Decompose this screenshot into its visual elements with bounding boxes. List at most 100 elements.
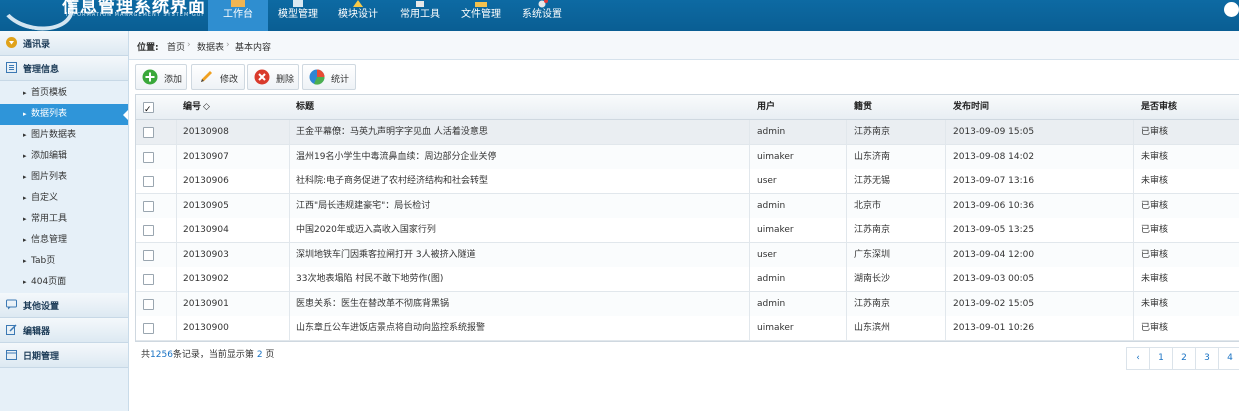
sidebar-section-label: 其他设置 <box>23 302 60 312</box>
row-checkbox[interactable] <box>143 151 154 163</box>
add-button-label: 添加 <box>164 75 183 85</box>
prev-page-button[interactable]: ‹ <box>1126 347 1150 370</box>
row-checkbox[interactable] <box>143 127 154 138</box>
cell-id: 20130905 <box>183 200 229 211</box>
column-divider <box>1133 291 1134 316</box>
column-divider <box>846 218 847 242</box>
column-divider <box>846 316 847 340</box>
stats-button[interactable]: 统计 <box>302 64 356 90</box>
column-divider <box>945 291 946 316</box>
breadcrumb-home-link[interactable]: 首页 <box>167 40 185 53</box>
table-row[interactable]: 20130903 深圳地铁车门因乘客拉闸打开 3人被挤入隧道 user 广东深圳 201… <box>136 242 1239 268</box>
page-3-button[interactable]: 3 <box>1195 347 1219 370</box>
row-checkbox[interactable] <box>143 200 154 212</box>
nav-common-tools[interactable]: 常用工具 <box>390 0 450 31</box>
sidebar-item-common-tools[interactable]: ▸ 常用工具 <box>0 209 128 230</box>
monitor-icon <box>231 0 245 7</box>
row-checkbox[interactable] <box>143 249 154 261</box>
column-divider <box>846 120 847 144</box>
nav-file-management[interactable]: 文件管理 <box>451 0 511 31</box>
cell-origin: 江苏南京 <box>854 298 891 309</box>
sidebar-section-management-info[interactable]: 管理信息 <box>0 56 128 81</box>
cell-time: 2013-09-08 14:02 <box>953 151 1035 162</box>
sidebar-item-home-template[interactable]: ▸ 首页模板 <box>0 83 128 104</box>
cell-title: 深圳地铁车门因乘客拉闸打开 3人被挤入隧道 <box>296 249 476 260</box>
sidebar-section-label: 管理信息 <box>23 65 60 75</box>
sidebar-item-info-management[interactable]: ▸ 信息管理 <box>0 230 128 251</box>
row-checkbox[interactable] <box>143 274 154 285</box>
column-divider <box>1133 144 1134 169</box>
table-row[interactable]: 20130901 医患关系：医生在替改革不彻底背黑锅 admin 江苏南京 2013-0… <box>136 291 1239 317</box>
sidebar-item-tab-page[interactable]: ▸ Tab页 <box>0 251 128 272</box>
column-divider <box>289 316 290 340</box>
sidebar-item-404-page[interactable]: ▸ 404页面 <box>0 272 128 293</box>
column-divider <box>289 242 290 267</box>
stats-button-label: 统计 <box>331 75 350 85</box>
table-row[interactable]: 20130908 王金平幕僚：马英九声明字字见血 人活着没意思 admin 江苏南京 2… <box>136 120 1239 145</box>
nav-workbench[interactable]: 工作台 <box>208 0 268 31</box>
sort-icon[interactable]: ◇ <box>203 102 210 112</box>
cell-origin: 江苏南京 <box>854 127 891 137</box>
cell-title: 王金平幕僚：马英九声明字字见血 人活着没意思 <box>296 127 488 137</box>
page-4-button[interactable]: 4 <box>1218 347 1239 370</box>
row-checkbox[interactable] <box>143 298 154 310</box>
nav-system-settings[interactable]: 系统设置 <box>512 0 572 31</box>
cell-time: 2013-09-03 00:05 <box>953 274 1035 284</box>
column-divider <box>1133 218 1134 242</box>
column-divider <box>1133 193 1134 218</box>
cell-origin: 北京市 <box>854 200 882 211</box>
column-header-id[interactable]: 编号 ◇ <box>183 95 210 119</box>
nav-model-management[interactable]: 模型管理 <box>268 0 328 31</box>
sidebar-section-other-settings[interactable]: 其他设置 <box>0 293 128 318</box>
table-header: 编号◇ 标题 用户 籍贯 发布时间 是否审核 <box>136 95 1239 120</box>
table-row[interactable]: 20130900 山东章丘公车进饭店景点将自动向监控系统报警 uimaker 山东滨州… <box>136 316 1239 341</box>
pencil-icon <box>201 71 212 82</box>
sidebar-item-image-data-table[interactable]: ▸ 图片数据表 <box>0 125 128 146</box>
page-2-button[interactable]: 2 <box>1172 347 1196 370</box>
row-checkbox[interactable] <box>143 176 154 187</box>
nav-label: 模块设计 <box>338 9 378 20</box>
sidebar-section-editor[interactable]: 编辑器 <box>0 318 128 343</box>
column-divider <box>1133 169 1134 193</box>
user-avatar-icon[interactable] <box>1224 2 1239 17</box>
pagination-info: 共1256条记录，当前显示第 2 页 <box>141 347 274 360</box>
cell-time: 2013-09-07 13:16 <box>953 176 1035 186</box>
nav-module-design[interactable]: 模块设计 <box>328 0 388 31</box>
page-1-button[interactable]: 1 <box>1149 347 1173 370</box>
delete-button[interactable]: 删除 <box>247 64 299 90</box>
edit-button[interactable]: 修改 <box>191 64 245 90</box>
model-icon <box>293 0 303 7</box>
nav-label: 常用工具 <box>400 9 440 20</box>
column-divider <box>945 169 946 193</box>
table-row[interactable]: 20130905 江西"局长违规建豪宅"：局长检讨 admin 北京市 2013-09-… <box>136 193 1239 219</box>
bullet-icon: ▸ <box>23 152 27 160</box>
breadcrumb-current: 基本内容 <box>235 43 272 53</box>
column-divider <box>945 120 946 144</box>
sidebar-section-date-management[interactable]: 日期管理 <box>0 343 128 368</box>
table-row[interactable]: 20130902 33次地表塌陷 村民不敢下地劳作(图) admin 湖南长沙 2013… <box>136 267 1239 292</box>
cell-id: 20130904 <box>183 225 229 235</box>
cell-id: 20130901 <box>183 298 229 309</box>
cell-status: 未审核 <box>1141 274 1169 284</box>
column-header-user: 用户 <box>757 102 776 112</box>
table-row[interactable]: 20130906 社科院:电子商务促进了农村经济结构和社会转型 user 江苏无锡 20… <box>136 169 1239 194</box>
column-divider <box>749 169 750 193</box>
sidebar-item-custom[interactable]: ▸ 自定义 <box>0 188 128 209</box>
add-button[interactable]: 添加 <box>135 64 187 90</box>
bullet-icon: ▸ <box>23 194 27 202</box>
breadcrumb-datatable-link[interactable]: 数据表 <box>197 40 224 53</box>
sidebar-item-data-list[interactable]: ▸ 数据列表 <box>0 104 128 125</box>
sidebar-item-add-edit[interactable]: ▸ 添加编辑 <box>0 146 128 167</box>
column-divider <box>945 218 946 242</box>
data-table: 编号◇ 标题 用户 籍贯 发布时间 是否审核 20130908 王金平幕僚：马英九… <box>135 94 1239 342</box>
sidebar-item-image-list[interactable]: ▸ 图片列表 <box>0 167 128 188</box>
select-all-checkbox[interactable] <box>143 98 154 119</box>
cell-user: admin <box>757 127 786 137</box>
sidebar-section-contacts[interactable]: 通讯录 <box>0 31 128 56</box>
row-checkbox[interactable] <box>143 323 154 334</box>
nav-label: 模型管理 <box>278 9 318 20</box>
table-row[interactable]: 20130907 温州19名小学生中毒流鼻血续：周边部分企业关停 uimaker 山东… <box>136 144 1239 170</box>
column-divider <box>945 242 946 267</box>
row-checkbox[interactable] <box>143 225 154 236</box>
table-row[interactable]: 20130904 中国2020年或迈入高收入国家行列 uimaker 江苏南京 2013… <box>136 218 1239 243</box>
